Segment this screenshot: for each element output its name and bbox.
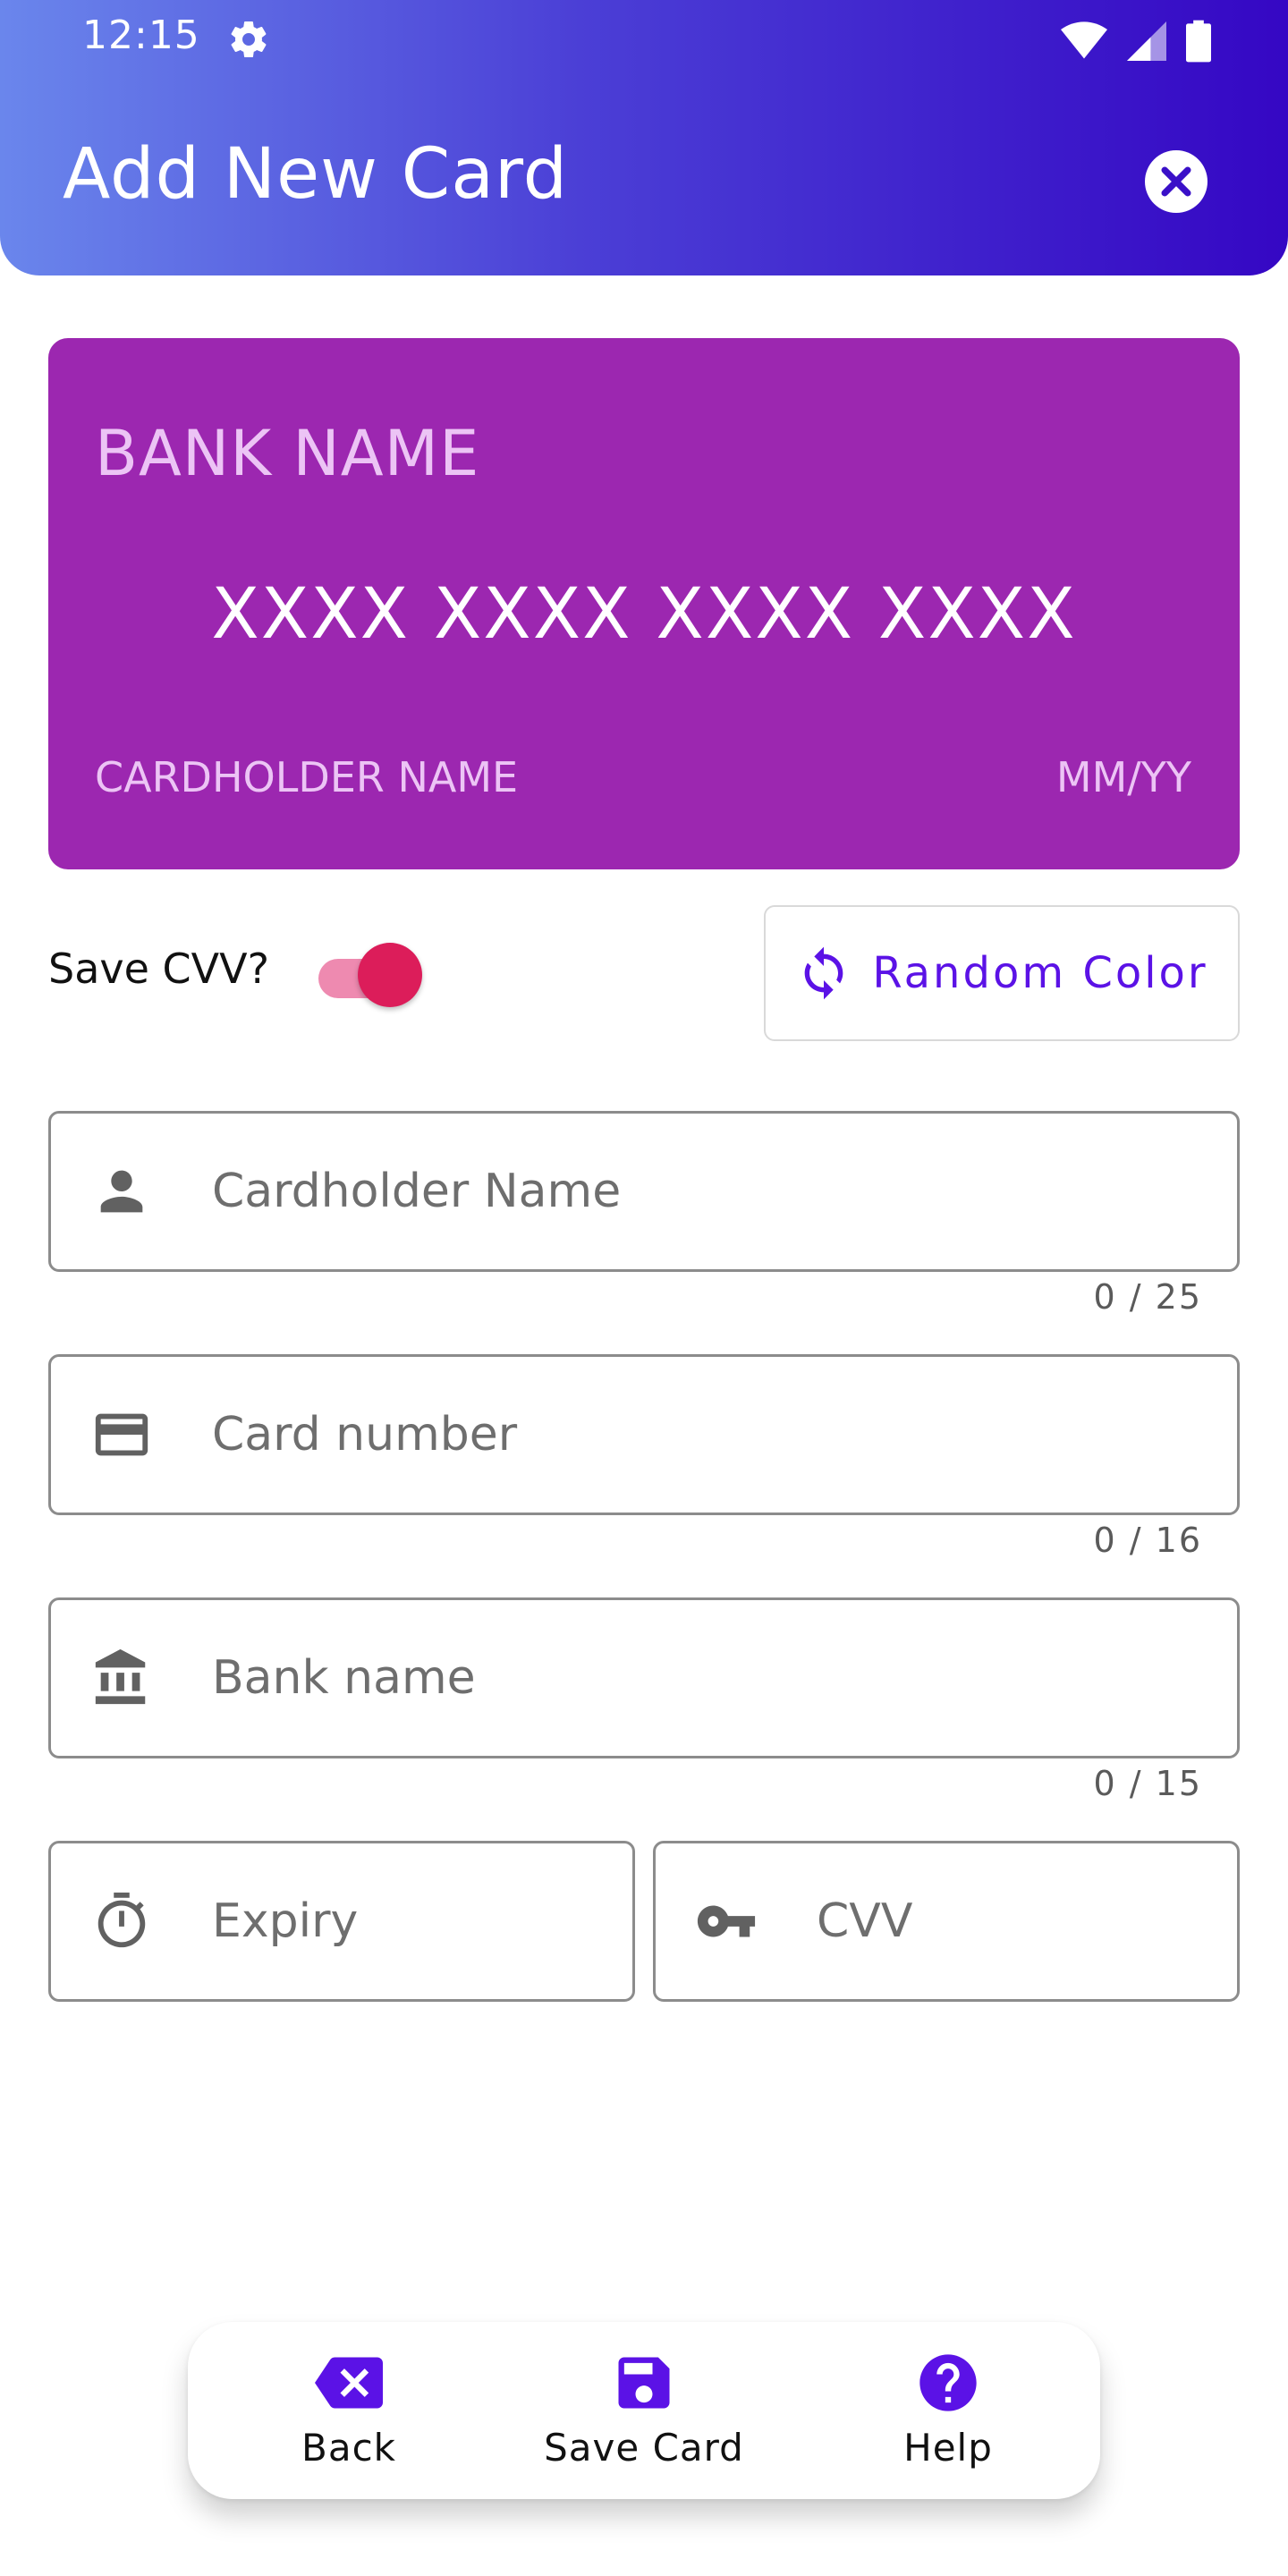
expiry-field[interactable]: Expiry	[48, 1841, 635, 2002]
credit-card-icon	[95, 1413, 148, 1456]
key-icon	[697, 1905, 756, 1937]
status-time: 12:15	[82, 13, 200, 58]
card-expiry: MM/YY	[1055, 753, 1191, 801]
card-number-placeholder: Card number	[212, 1408, 518, 1462]
card-number-counter: 0 / 16	[1093, 1521, 1202, 1560]
card-number-field[interactable]: Card number	[48, 1354, 1240, 1515]
nav-back-button[interactable]: Back	[242, 2322, 456, 2499]
refresh-icon	[805, 946, 843, 1000]
gear-icon	[231, 21, 267, 58]
save-icon	[618, 2357, 670, 2409]
save-cvv-toggle[interactable]	[318, 943, 422, 1007]
cardholder-name-field[interactable]: Cardholder Name	[48, 1111, 1240, 1272]
expiry-placeholder: Expiry	[212, 1894, 359, 1948]
cardholder-name-placeholder: Cardholder Name	[212, 1165, 622, 1218]
bank-icon	[95, 1648, 146, 1705]
nav-help-button[interactable]: Help	[841, 2322, 1055, 2499]
close-icon	[1161, 166, 1191, 197]
nav-save-button[interactable]: Save Card	[537, 2322, 751, 2499]
bank-name-field[interactable]: Bank name	[48, 1597, 1240, 1758]
nav-save-label: Save Card	[544, 2426, 744, 2470]
timer-icon	[97, 1892, 146, 1948]
page-title: Add New Card	[63, 134, 569, 215]
nav-back-label: Back	[301, 2426, 396, 2470]
card-bank-name: BANK NAME	[95, 417, 480, 490]
help-icon	[919, 2354, 977, 2411]
close-button[interactable]	[1145, 150, 1208, 213]
save-cvv-label: Save CVV?	[48, 945, 270, 993]
card-number: XXXX XXXX XXXX XXXX	[211, 574, 1077, 655]
cvv-field[interactable]: CVV	[653, 1841, 1240, 2002]
cvv-placeholder: CVV	[817, 1894, 913, 1948]
bank-name-counter: 0 / 15	[1093, 1764, 1202, 1803]
card-holder-name: CARDHOLDER NAME	[95, 753, 519, 801]
bank-name-placeholder: Bank name	[212, 1651, 476, 1705]
bottom-nav: Back Save Card Help	[188, 2322, 1100, 2499]
toggle-knob	[358, 943, 422, 1007]
app-header: 12:15 Add New Card	[0, 0, 1288, 275]
random-color-label: Random Color	[872, 948, 1208, 998]
random-color-button[interactable]: Random Color	[764, 905, 1240, 1041]
person-icon	[100, 1170, 143, 1213]
status-icons	[1061, 20, 1211, 63]
wifi-icon	[1061, 21, 1107, 59]
signal-icon	[1127, 21, 1166, 61]
card-preview: BANK NAME XXXX XXXX XXXX XXXX CARDHOLDER…	[48, 338, 1240, 869]
battery-icon	[1186, 20, 1211, 63]
backspace-icon	[315, 2357, 383, 2409]
cardholder-name-counter: 0 / 25	[1093, 1277, 1202, 1317]
nav-help-label: Help	[903, 2426, 993, 2470]
